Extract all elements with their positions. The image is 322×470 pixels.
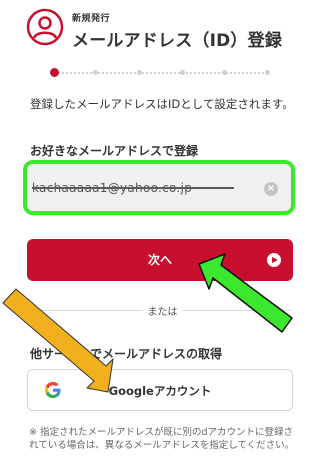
step-dot-6 [265, 70, 270, 75]
next-button[interactable]: 次へ [27, 239, 293, 281]
clear-icon[interactable]: × [264, 182, 278, 196]
email-field[interactable]: kachaaaaa1@yahoo.co.jp × [26, 164, 296, 214]
divider-line-right [182, 310, 292, 311]
redaction-strike [32, 187, 234, 189]
google-account-label: Googleアカウント [108, 384, 212, 398]
step-dot-2 [93, 70, 98, 75]
other-service-heading: 他サービスでメールアドレスの取得 [30, 347, 223, 361]
step-dot-4 [180, 70, 185, 75]
description-text: 登録したメールアドレスはIDとして設定されます。 [30, 97, 294, 111]
or-divider-label: または [147, 307, 178, 318]
email-field-label: お好きなメールアドレスで登録 [30, 144, 199, 158]
step-dot-3 [137, 70, 142, 75]
page-header: 新規発行 メールアドレス（ID）登録 [0, 0, 322, 60]
footnote-text: ※ 指定されたメールアドレスが既に別のdアカウントに登録されている場合は、異なる… [29, 427, 295, 451]
profile-icon [26, 8, 64, 46]
progress-stepper [50, 67, 272, 79]
step-dot-1 [50, 68, 59, 77]
step-dot-5 [222, 70, 227, 75]
divider-line-left [28, 310, 143, 311]
google-account-button[interactable]: Googleアカウント [27, 369, 293, 411]
page-title: メールアドレス（ID）登録 [72, 31, 283, 51]
stepper-line [58, 72, 268, 74]
next-button-label: 次へ [147, 253, 172, 267]
page-eyebrow: 新規発行 [72, 14, 111, 24]
play-icon [267, 253, 281, 267]
